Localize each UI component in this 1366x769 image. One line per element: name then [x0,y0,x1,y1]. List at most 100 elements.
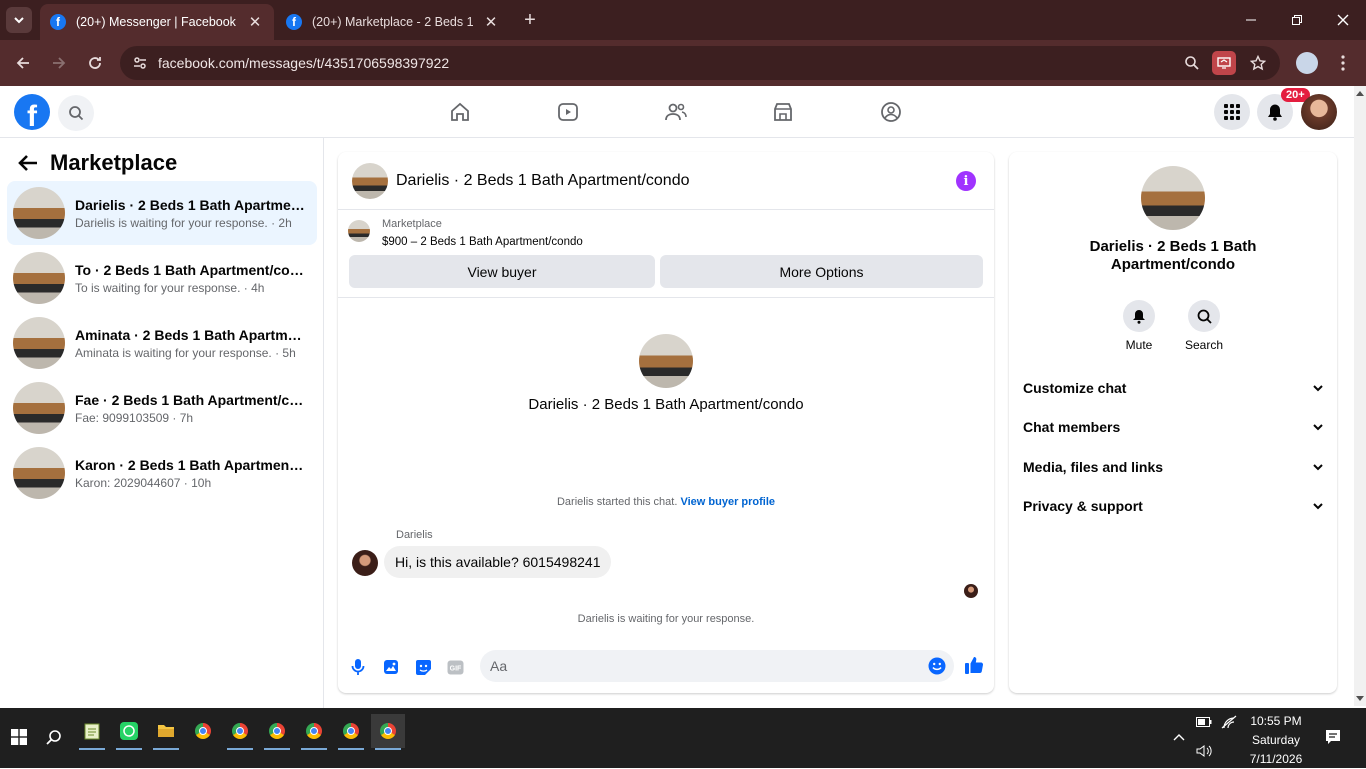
mute-action[interactable]: Mute [1109,300,1169,352]
taskbar-search-button[interactable] [37,720,71,754]
chat-header: Darielis · 2 Beds 1 Bath Apartment/condo… [338,152,994,210]
conversation-item[interactable]: To · 2 Beds 1 Bath Apartment/condo To is … [7,246,317,310]
taskbar-clock[interactable]: 10:55 PM Saturday 7/11/2026 [1236,712,1316,769]
tab-close-icon[interactable]: ✕ [482,13,500,31]
chat-started-notice: Darielis started this chat. View buyer p… [338,496,994,508]
listing-price-title[interactable]: $900 – 2 Beds 1 Bath Apartment/condo [382,236,583,248]
conversation-item[interactable]: Darielis · 2 Beds 1 Bath Apartment/condo… [7,181,317,245]
minimize-button[interactable] [1228,0,1274,40]
search-in-chat-button[interactable] [1188,300,1220,332]
waiting-notice: Darielis is waiting for your response. [577,613,755,625]
listing-thumbnail[interactable] [352,162,388,199]
taskbar-notepad[interactable] [75,714,109,750]
message-bubble[interactable]: Hi, is this available? 6015498241 [384,546,612,578]
search-action[interactable]: Search [1174,300,1234,352]
notification-center-icon[interactable] [1325,729,1341,745]
star-icon[interactable] [1250,55,1266,71]
mute-button[interactable] [1123,300,1155,332]
listing-thumbnail[interactable] [1141,166,1205,230]
nav-groups[interactable] [662,98,690,126]
restore-icon [1292,15,1302,25]
address-bar[interactable]: facebook.com/messages/t/4351706598397922 [120,46,1280,80]
tab-close-icon[interactable]: ✕ [246,13,264,31]
privacy-support-section[interactable]: Privacy & support [1023,495,1323,517]
browser-menu-button[interactable] [1330,50,1356,76]
taskbar-file-explorer[interactable] [149,714,183,750]
windows-logo-icon [11,729,27,745]
nav-video[interactable] [554,98,582,126]
battery-icon[interactable] [1196,717,1212,727]
message-input-box[interactable] [480,650,954,682]
taskbar-chrome-active[interactable] [371,714,405,750]
site-settings-icon[interactable] [132,55,148,71]
view-buyer-button[interactable]: View buyer [349,255,655,288]
gif-button[interactable]: GIF [444,656,466,678]
chat-title[interactable]: Darielis · 2 Beds 1 Bath Apartment/condo [396,172,690,190]
facebook-search-button[interactable] [58,95,94,131]
account-avatar[interactable] [1301,94,1337,130]
voice-clip-button[interactable] [347,656,369,678]
message-input[interactable] [490,658,910,674]
browser-tab-strip: f (20+) Messenger | Facebook ✕ f (20+) M… [0,0,1366,40]
conversation-item[interactable]: Karon · 2 Beds 1 Bath Apartment/condo Kar… [7,441,317,505]
section-label: Customize chat [1023,380,1127,396]
nav-home[interactable] [446,98,474,126]
wifi-icon[interactable] [1221,715,1237,729]
scroll-down-icon[interactable] [1356,696,1364,702]
new-tab-button[interactable]: + [518,8,542,32]
restore-button[interactable] [1274,0,1320,40]
start-button[interactable] [2,720,36,754]
forward-button[interactable] [46,50,72,76]
zoom-icon[interactable] [1184,55,1200,71]
like-button[interactable] [963,654,985,676]
tab-search-button[interactable] [6,7,32,33]
people-icon [665,103,687,121]
close-window-button[interactable] [1320,0,1366,40]
conversation-item[interactable]: Aminata · 2 Beds 1 Bath Apartment/condo A… [7,311,317,375]
conversation-item[interactable]: Fae · 2 Beds 1 Bath Apartment/condo Fae: … [7,376,317,440]
chat-members-section[interactable]: Chat members [1023,416,1323,438]
tab-marketplace[interactable]: f (20+) Marketplace - 2 Beds 1 Ba ✕ [276,4,510,40]
bell-icon [1268,104,1282,121]
more-options-button[interactable]: More Options [660,255,983,288]
taskbar-chrome[interactable] [297,714,331,750]
info-icon[interactable]: i [956,171,976,191]
attach-photo-button[interactable] [380,656,402,678]
taskbar-chrome[interactable] [223,714,257,750]
menu-grid-button[interactable] [1214,94,1250,130]
tab-messenger[interactable]: f (20+) Messenger | Facebook ✕ [40,4,274,40]
taskbar-whatsapp[interactable] [112,714,146,750]
page-scrollbar[interactable] [1354,86,1366,706]
emoji-icon[interactable] [928,657,946,675]
back-arrow-icon[interactable] [18,154,38,172]
nav-gaming[interactable] [877,98,905,126]
view-buyer-profile-link[interactable]: View buyer profile [680,496,775,508]
conversation-list-pane: Marketplace Darielis · 2 Beds 1 Bath Apa… [0,138,324,708]
media-files-links-section[interactable]: Media, files and links [1023,456,1323,478]
marketplace-header: Marketplace [18,150,177,176]
search-icon [1197,309,1212,324]
browser-profile-avatar[interactable] [1296,52,1318,74]
nav-marketplace[interactable] [769,98,797,126]
chrome-icon [269,723,285,739]
sticker-button[interactable] [412,656,434,678]
back-button[interactable] [10,50,36,76]
browser-toolbar: facebook.com/messages/t/4351706598397922 [0,40,1366,86]
scroll-up-icon[interactable] [1356,90,1364,96]
reload-button[interactable] [82,50,108,76]
chrome-icon [195,723,211,739]
taskbar-chrome[interactable] [260,714,294,750]
volume-icon[interactable] [1196,744,1212,758]
tab-title: (20+) Messenger | Facebook [76,15,236,29]
customize-chat-section[interactable]: Customize chat [1023,377,1323,399]
facebook-logo-icon[interactable]: f [14,94,50,130]
facebook-favicon-icon: f [286,14,302,30]
chevron-up-icon[interactable] [1173,733,1185,741]
cast-button[interactable] [1212,51,1236,75]
sender-avatar[interactable] [352,550,378,576]
bell-icon [1133,309,1145,324]
taskbar-chrome[interactable] [186,714,220,748]
cast-icon [1217,57,1231,69]
mute-label: Mute [1125,338,1153,352]
taskbar-chrome[interactable] [334,714,368,750]
